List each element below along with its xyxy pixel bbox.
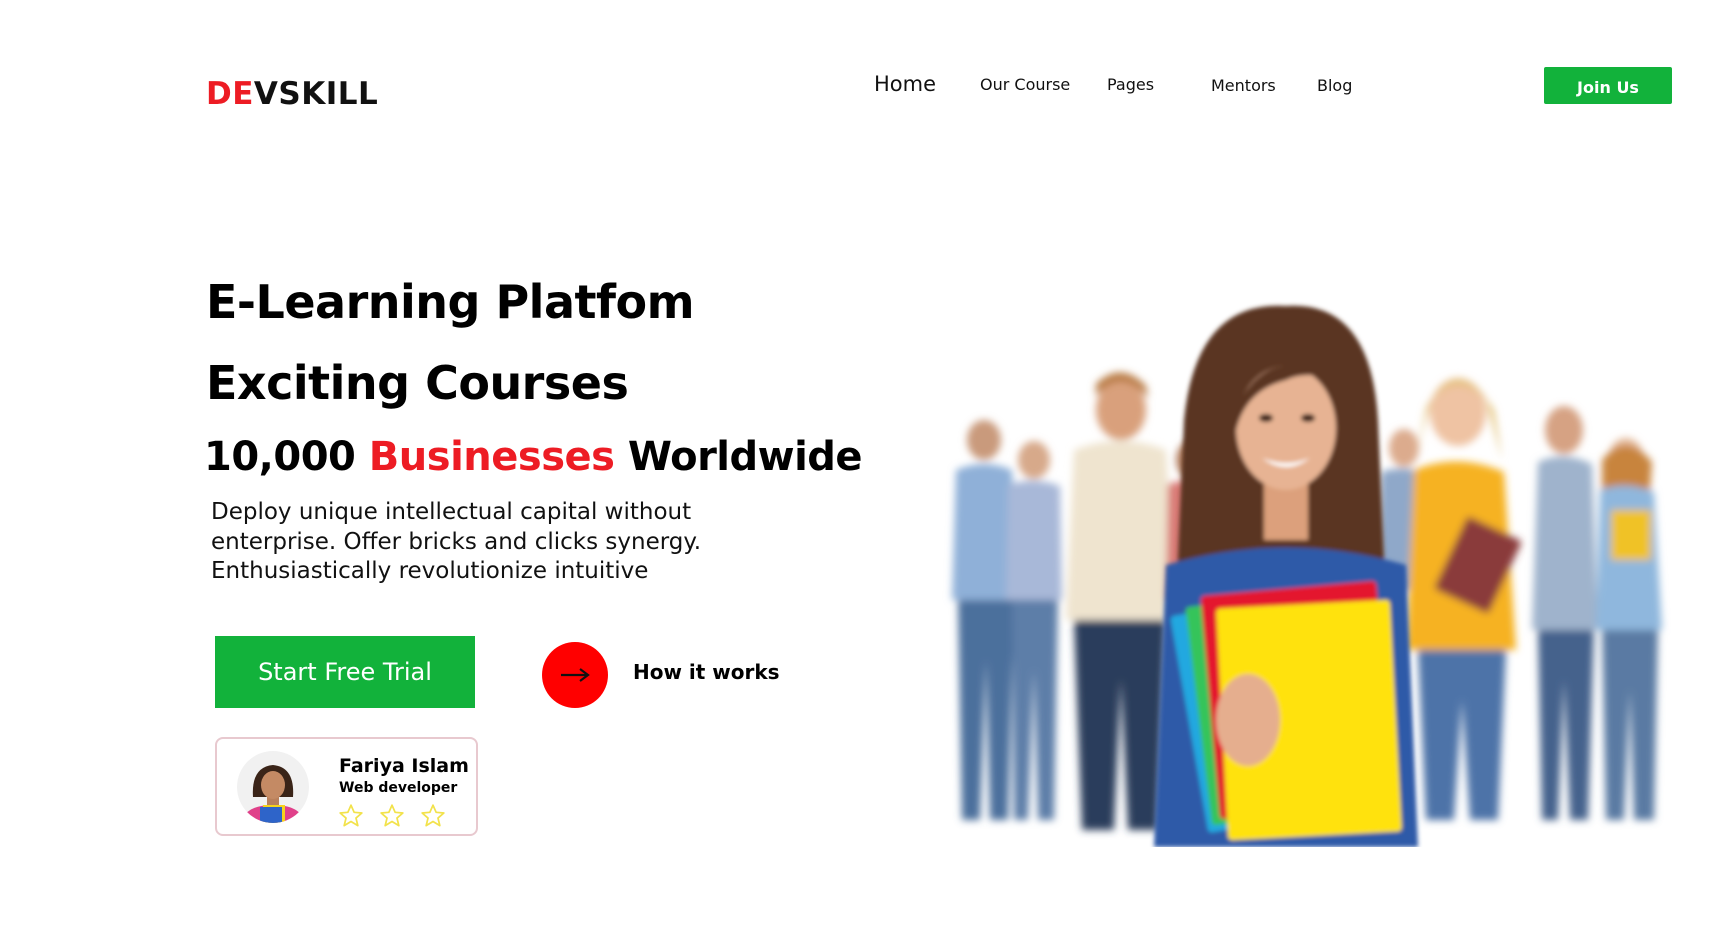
- star-icon: [339, 804, 363, 827]
- nav-blog[interactable]: Blog: [1317, 76, 1352, 96]
- logo-part-de: DE: [206, 76, 254, 112]
- hero-title-line2: Exciting Courses: [206, 356, 629, 410]
- hero-students-image: [952, 305, 1662, 847]
- stat-suffix: Worldwide: [627, 434, 863, 480]
- profile-role: Web developer: [339, 780, 458, 796]
- rating-stars: [338, 803, 446, 829]
- nav-our-course[interactable]: Our Course: [980, 75, 1070, 95]
- nav-mentors[interactable]: Mentors: [1211, 76, 1276, 96]
- join-us-button[interactable]: Join Us: [1544, 67, 1672, 104]
- nav-home[interactable]: Home: [874, 71, 936, 97]
- star-icon: [380, 804, 404, 827]
- nav-pages[interactable]: Pages: [1107, 75, 1154, 95]
- profile-name: Fariya Islam: [339, 755, 469, 777]
- site-logo[interactable]: DEVSKILL: [206, 76, 378, 112]
- hero-title-line1: E-Learning Platfom: [206, 275, 695, 329]
- description-line: Enthusiastically revolutionize intuitive: [211, 558, 649, 584]
- start-free-trial-button[interactable]: Start Free Trial: [215, 636, 475, 708]
- hero-stat-line: 10,000 Businesses Worldwide: [204, 432, 863, 482]
- description-line: enterprise. Offer bricks and clicks syne…: [211, 528, 702, 555]
- logo-part-vskill: VSKILL: [253, 76, 379, 112]
- arrow-right-icon: [561, 668, 590, 682]
- profile-card: Fariya Islam Web developer: [215, 737, 478, 836]
- how-it-works-button[interactable]: [542, 642, 608, 708]
- star-icon: [421, 804, 445, 827]
- stat-number: 10,000: [204, 434, 356, 480]
- hero-description: Deploy unique intellectual capital witho…: [211, 498, 771, 587]
- avatar: [237, 751, 309, 823]
- how-it-works-link[interactable]: How it works: [633, 659, 780, 685]
- description-line: Deploy unique intellectual capital witho…: [211, 499, 692, 525]
- stat-highlight: Businesses: [368, 434, 615, 480]
